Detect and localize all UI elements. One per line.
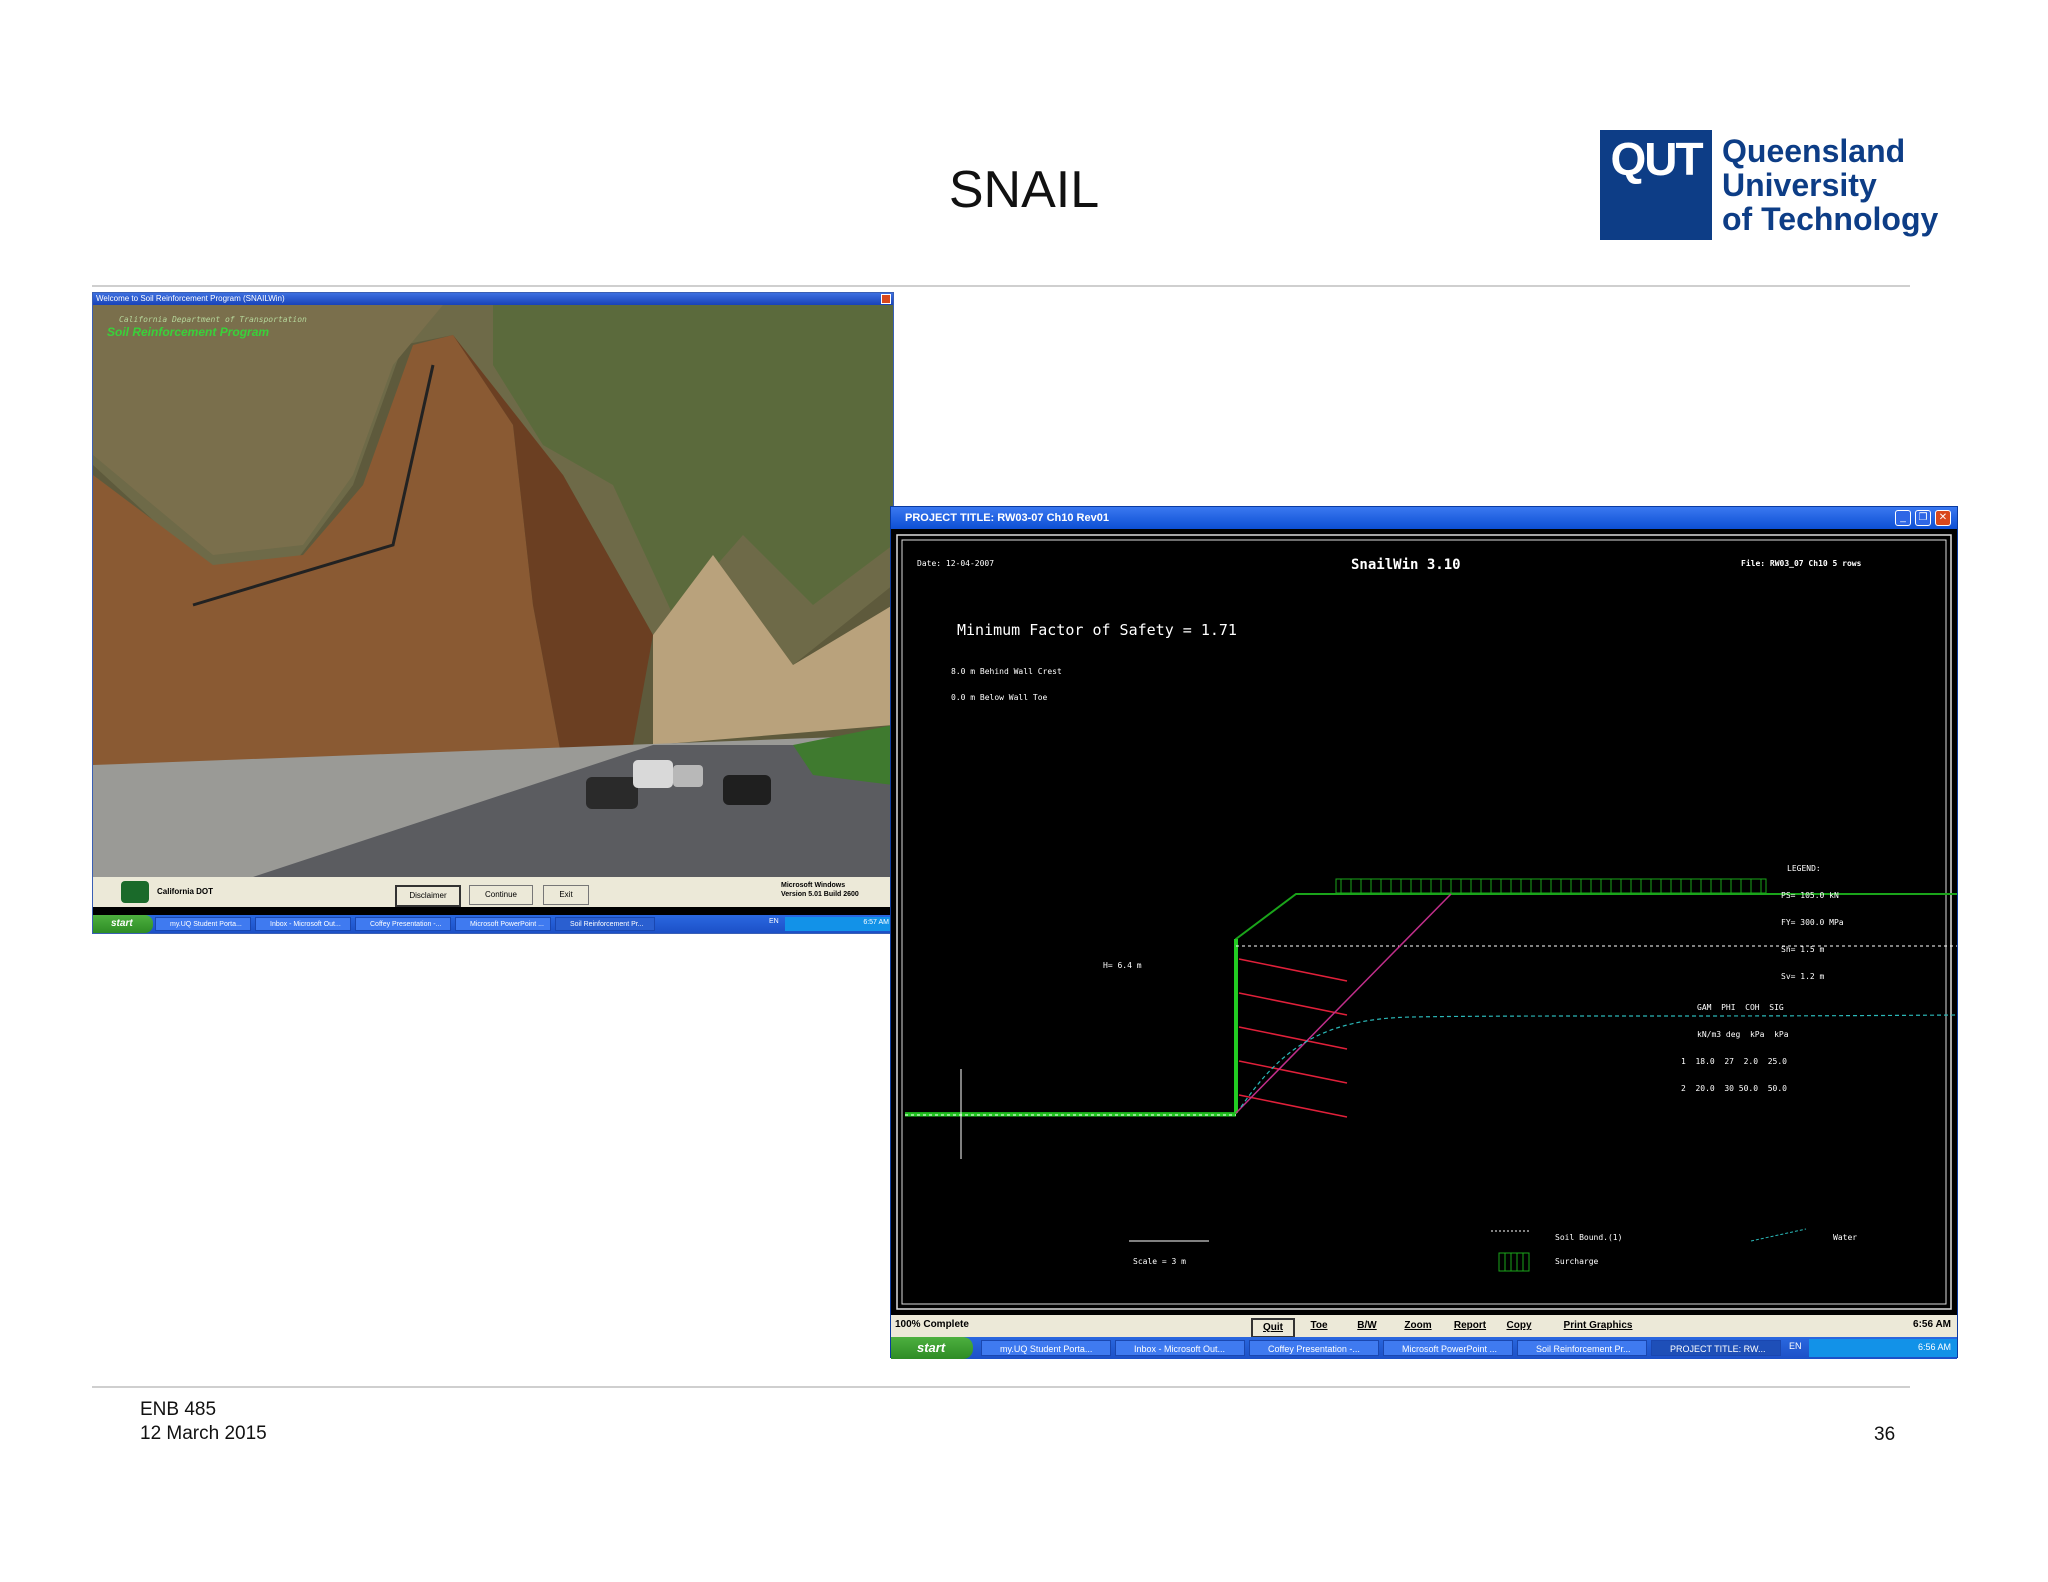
taskbar-item[interactable]: Coffey Presentation -... <box>1249 1340 1379 1356</box>
qut-logo-text: Queensland University of Technology <box>1722 134 1938 236</box>
org-text: California Department of Transportation <box>119 315 307 324</box>
taskbar-item[interactable]: Microsoft PowerPoint ... <box>455 917 551 931</box>
exit-button[interactable]: Exit <box>543 885 589 905</box>
soil-row1: 1 18.0 27 2.0 25.0 <box>1681 1057 1787 1066</box>
logo-line1: Queensland <box>1722 133 1906 169</box>
footer-info: ENB 485 12 March 2015 <box>140 1398 267 1446</box>
taskbar-item[interactable]: Inbox - Microsoft Out... <box>255 917 351 931</box>
taskbar: start my.UQ Student Porta... Inbox - Mic… <box>93 915 893 933</box>
qut-logo-mark: QUT <box>1600 130 1712 240</box>
water-label: Water <box>1833 1233 1858 1242</box>
welcome-footer: California DOT Disclaimer Continue Exit … <box>93 877 893 907</box>
file-label: File: RW03_07 Ch10 5 rows <box>1741 559 1862 568</box>
legend-sh: Sh= 1.5 m <box>1781 945 1825 954</box>
start-button[interactable]: start <box>891 1337 973 1359</box>
taskbar-item[interactable]: Microsoft PowerPoint ... <box>1383 1340 1513 1356</box>
print-graphics-button[interactable]: Print Graphics <box>1543 1318 1653 1334</box>
continue-button[interactable]: Continue <box>469 885 533 905</box>
disclaimer-button[interactable]: Disclaimer <box>395 885 461 907</box>
taskbar-item[interactable]: Soil Reinforcement Pr... <box>1517 1340 1647 1356</box>
soil-header2: kN/m3 deg kPa kPa <box>1697 1030 1789 1039</box>
legend-title: LEGEND: <box>1787 864 1821 873</box>
clock: 6:56 AM <box>1917 1342 1951 1352</box>
legend-fy: FY= 300.0 MPa <box>1781 918 1844 927</box>
start-button[interactable]: start <box>93 915 153 933</box>
version-info: Microsoft Windows Version 5.01 Build 260… <box>781 882 859 898</box>
footer-divider <box>92 1386 1910 1388</box>
restore-icon[interactable]: ❐ <box>1915 510 1931 526</box>
page-number: 36 <box>1874 1424 1896 1445</box>
quit-button[interactable]: Quit <box>1251 1318 1295 1338</box>
course-code: ENB 485 <box>140 1399 217 1420</box>
status-bar: 100% Complete Quit Toe B/W Zoom Report C… <box>891 1315 1957 1338</box>
soil-properties-table: GAM PHI COH SIG kN/m3 deg kPa kPa 1 18.0… <box>1681 985 1789 1111</box>
progress-status: 100% Complete <box>895 1319 969 1330</box>
header-divider <box>92 285 1910 287</box>
language-indicator[interactable]: EN <box>1789 1341 1802 1351</box>
scale-label: Scale = 3 m <box>1133 1257 1186 1266</box>
clock: 6:57 AM <box>863 919 889 926</box>
lecture-date: 12 March 2015 <box>140 1423 267 1444</box>
taskbar-item[interactable]: my.UQ Student Porta... <box>155 917 251 931</box>
language-indicator[interactable]: EN <box>769 918 779 925</box>
report-button[interactable]: Report <box>1445 1318 1495 1334</box>
close-icon[interactable]: ✕ <box>1935 510 1951 526</box>
system-tray: 6:56 AM <box>1809 1339 1957 1357</box>
soil-nail-wall-photo: California Department of Transportation … <box>93 305 893 877</box>
system-tray: 6:57 AM <box>785 917 893 931</box>
close-icon[interactable] <box>881 294 891 304</box>
snailwin-results-window: PROJECT TITLE: RW03-07 Ch10 Rev01 _ ❐ ✕ <box>890 506 1958 1359</box>
toe-button[interactable]: Toe <box>1299 1318 1339 1334</box>
date-label: Date: 12-04-2007 <box>917 559 995 568</box>
legend: LEGEND: PS= 105.0 kN FY= 300.0 MPa Sh= 1… <box>1749 855 1844 990</box>
caltrans-logo-icon <box>121 881 149 903</box>
behind-crest-label: 8.0 m Behind Wall Crest <box>951 667 1062 676</box>
qut-logo: QUT Queensland University of Technology <box>1600 130 1980 242</box>
surcharge-label: Surcharge <box>1555 1257 1599 1266</box>
taskbar: start my.UQ Student Porta... Inbox - Mic… <box>891 1337 1957 1359</box>
soil-row2: 2 20.0 30 50.0 50.0 <box>1681 1084 1787 1093</box>
taskbar-item[interactable]: Coffey Presentation -... <box>355 917 451 931</box>
snailwin-welcome-window: Welcome to Soil Reinforcement Program (S… <box>92 292 894 934</box>
soil-header1: GAM PHI COH SIG <box>1697 1003 1784 1012</box>
logo-line3: of Technology <box>1722 201 1939 237</box>
wall-height-label: H= 6.4 m <box>1103 961 1142 970</box>
zoom-button[interactable]: Zoom <box>1395 1318 1441 1334</box>
app-version: SnailWin 3.10 <box>1351 557 1461 573</box>
status-time: 6:56 AM <box>1913 1319 1951 1330</box>
taskbar-item[interactable]: my.UQ Student Porta... <box>981 1340 1111 1356</box>
logo-line2: University <box>1722 167 1877 203</box>
program-text: Soil Reinforcement Program <box>107 325 270 339</box>
minimize-icon[interactable]: _ <box>1895 510 1911 526</box>
soil-bound-label: Soil Bound.(1) <box>1555 1233 1623 1242</box>
copy-button[interactable]: Copy <box>1499 1318 1539 1334</box>
legend-ps: PS= 105.0 kN <box>1781 891 1839 900</box>
window-titlebar: PROJECT TITLE: RW03-07 Ch10 Rev01 <box>891 507 1957 529</box>
taskbar-item-active[interactable]: PROJECT TITLE: RW... <box>1651 1340 1781 1356</box>
window-titlebar: Welcome to Soil Reinforcement Program (S… <box>93 293 893 305</box>
below-toe-label: 0.0 m Below Wall Toe <box>951 693 1048 702</box>
bw-button[interactable]: B/W <box>1347 1318 1387 1334</box>
taskbar-item[interactable]: Soil Reinforcement Pr... <box>555 917 655 931</box>
factor-of-safety: Minimum Factor of Safety = 1.71 <box>957 621 1237 639</box>
taskbar-item[interactable]: Inbox - Microsoft Out... <box>1115 1340 1245 1356</box>
analysis-canvas: Date: 12-04-2007 SnailWin 3.10 File: RW0… <box>891 529 1958 1315</box>
dot-label: California DOT <box>157 887 214 896</box>
